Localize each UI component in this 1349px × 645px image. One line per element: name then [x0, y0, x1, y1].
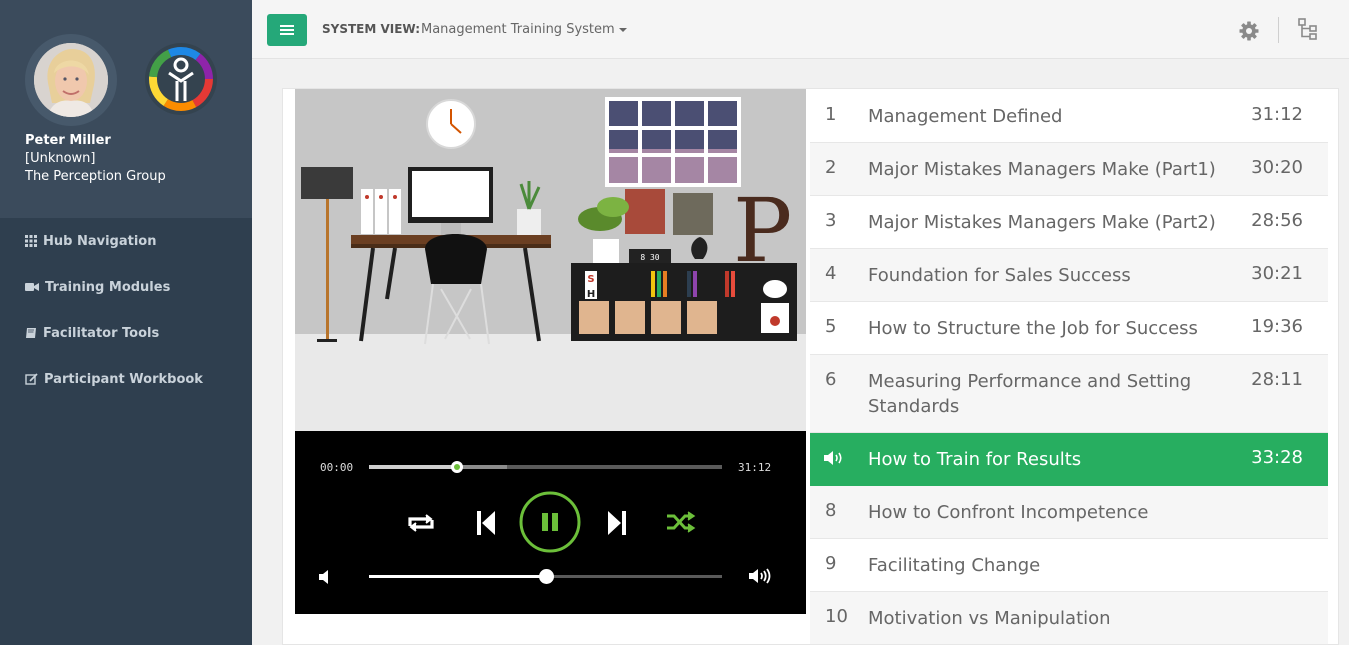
audio-player: 00:00 31:12 [295, 431, 806, 614]
now-playing-icon [824, 450, 844, 471]
top-bar: SYSTEM VIEW: Management Training System [252, 0, 1349, 59]
profile-panel: Peter Miller [Unknown] The Perception Gr… [0, 0, 252, 218]
track-duration: 28:56 [1251, 210, 1303, 231]
book-icon [26, 328, 36, 338]
system-view-value: Management Training System [421, 22, 615, 37]
track-number: 5 [825, 316, 837, 337]
track-duration: 31:12 [1251, 104, 1303, 125]
track-number: 10 [825, 606, 848, 627]
avatar[interactable] [25, 34, 117, 126]
track-title: Major Mistakes Managers Make (Part2) [868, 212, 1216, 233]
bookshelf [571, 263, 797, 341]
playlist-item-active[interactable]: How to Train for Results 33:28 [810, 433, 1328, 486]
caret-down-icon [618, 27, 627, 32]
track-title: Foundation for Sales Success [868, 265, 1131, 286]
playlist-item[interactable]: 4 Foundation for Sales Success 30:21 [810, 249, 1328, 302]
hamburger-icon [280, 25, 294, 35]
shelf-letter-h: H [587, 289, 595, 300]
video-camera-icon [25, 283, 39, 291]
playlist-item[interactable]: 6 Measuring Performance and Setting Stand… [810, 355, 1328, 433]
track-number: 9 [825, 553, 837, 574]
volume-max-icon[interactable] [749, 568, 771, 588]
sitemap-icon[interactable] [1298, 18, 1318, 44]
progress-handle[interactable] [451, 461, 464, 473]
track-duration: 28:11 [1251, 369, 1303, 390]
sidebar: Peter Miller [Unknown] The Perception Gr… [0, 0, 252, 645]
sidebar-item-facilitator-tools[interactable]: Facilitator Tools [0, 310, 252, 356]
user-organization: The Perception Group [25, 169, 166, 184]
track-title: How to Confront Incompetence [868, 502, 1149, 523]
shelf-letter-s: S [587, 274, 594, 285]
playlist-item[interactable]: 9 Facilitating Change [810, 539, 1328, 592]
avatar-photo [34, 43, 108, 117]
track-number: 8 [825, 500, 837, 521]
sidebar-item-training-modules[interactable]: Training Modules [0, 264, 252, 310]
playlist-item[interactable]: 3 Major Mistakes Managers Make (Part2) 28:… [810, 196, 1328, 249]
track-title: Facilitating Change [868, 555, 1041, 576]
playlist-item[interactable]: 10 Motivation vs Manipulation [810, 592, 1328, 645]
volume-mute-icon[interactable] [319, 569, 331, 588]
sidebar-item-label: Training Modules [45, 279, 171, 295]
volume-slider[interactable] [369, 569, 722, 584]
track-title: How to Structure the Job for Success [868, 318, 1198, 339]
track-title: Major Mistakes Managers Make (Part1) [868, 159, 1216, 180]
shelf-clock-digits: 8 30 [640, 253, 659, 262]
track-number: 4 [825, 263, 837, 284]
pause-button[interactable] [519, 491, 581, 557]
track-number: 6 [825, 369, 837, 390]
current-time: 00:00 [320, 461, 354, 474]
sidebar-item-hub-navigation[interactable]: Hub Navigation [0, 218, 252, 264]
track-title: Management Defined [868, 106, 1063, 127]
playlist: 1 Management Defined 31:12 2 Major Mistakes … [810, 90, 1328, 645]
sidebar-item-label: Facilitator Tools [43, 325, 160, 341]
sidebar-item-participant-workbook[interactable]: Participant Workbook [0, 356, 252, 402]
track-number: 3 [825, 210, 837, 231]
progress-bar[interactable] [369, 461, 722, 473]
perception-group-logo [145, 43, 217, 115]
track-duration: 30:20 [1251, 157, 1303, 178]
sidebar-nav: Hub Navigation Training Modules Facilita… [0, 218, 252, 402]
shuffle-icon[interactable] [666, 511, 696, 537]
track-title: Measuring Performance and Setting Standa… [868, 371, 1192, 417]
previous-track-icon[interactable] [477, 511, 495, 539]
user-role: [Unknown] [25, 151, 96, 166]
track-number: 2 [825, 157, 837, 178]
track-duration: 19:36 [1251, 316, 1303, 337]
progress-fill [369, 465, 458, 469]
volume-fill [369, 575, 546, 578]
playlist-item[interactable]: 8 How to Confront Incompetence [810, 486, 1328, 539]
track-number: 1 [825, 104, 837, 125]
wall-clock [426, 99, 476, 149]
total-time: 31:12 [738, 461, 772, 474]
track-duration: 30:21 [1251, 263, 1303, 284]
topbar-divider [1278, 17, 1279, 43]
video-frame[interactable]: 8 30 P S H [295, 89, 806, 431]
track-title: Motivation vs Manipulation [868, 608, 1111, 629]
user-name: Peter Miller [25, 133, 111, 148]
grid-icon [25, 235, 37, 247]
playlist-item[interactable]: 1 Management Defined 31:12 [810, 90, 1328, 143]
next-track-icon[interactable] [608, 511, 626, 539]
playlist-item[interactable]: 5 How to Structure the Job for Success 19:… [810, 302, 1328, 355]
sidebar-item-label: Hub Navigation [43, 233, 157, 249]
system-view-label: SYSTEM VIEW: [322, 22, 421, 36]
playlist-item[interactable]: 2 Major Mistakes Managers Make (Part1) 30:… [810, 143, 1328, 196]
edit-icon [25, 373, 38, 385]
sidebar-item-label: Participant Workbook [44, 371, 203, 387]
gear-icon[interactable] [1239, 21, 1259, 45]
volume-handle[interactable] [538, 569, 554, 584]
track-title: How to Train for Results [868, 449, 1082, 470]
system-view-dropdown[interactable]: Management Training System [421, 22, 627, 37]
menu-toggle-button[interactable] [267, 14, 307, 46]
repeat-icon[interactable] [405, 512, 437, 538]
track-duration: 33:28 [1251, 447, 1303, 468]
